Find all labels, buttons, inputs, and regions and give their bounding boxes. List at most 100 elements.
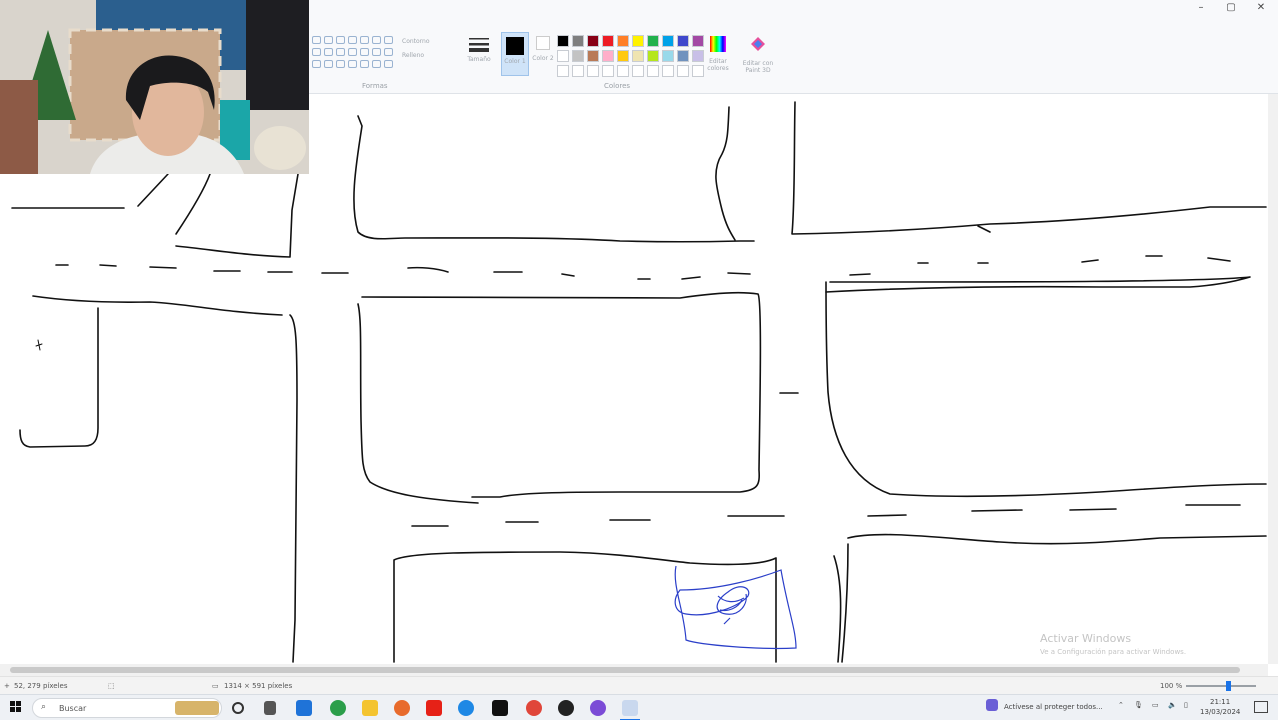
sketch-stroke <box>847 533 1267 545</box>
blue-scribble <box>674 565 797 650</box>
maximize-button[interactable]: ▢ <box>1220 2 1242 13</box>
windows-start-icon[interactable] <box>10 701 22 713</box>
file-explorer-icon[interactable] <box>362 700 378 716</box>
color-swatch[interactable] <box>587 35 599 47</box>
sketch-stroke <box>289 314 298 663</box>
taskbar-search-input[interactable]: ⌕ Buscar <box>32 698 222 718</box>
color-swatch[interactable] <box>602 50 614 62</box>
color-swatch[interactable] <box>557 65 569 77</box>
color-swatch[interactable] <box>662 50 674 62</box>
color-swatch[interactable] <box>677 65 689 77</box>
color-swatch[interactable] <box>617 35 629 47</box>
minimize-button[interactable]: – <box>1190 2 1212 13</box>
system-tray: Actívese al proteger todos... ⌃ 🎙 ▭ 🔈 ▯ … <box>978 695 1278 720</box>
fill-dropdown[interactable]: Relleno <box>402 52 454 59</box>
sketch-stroke <box>791 101 1267 235</box>
shapes-gallery[interactable] <box>312 36 393 76</box>
color-swatch[interactable] <box>647 50 659 62</box>
taskbar-app-icon[interactable] <box>264 701 276 715</box>
outline-dropdown[interactable]: Contorno <box>402 38 454 45</box>
clock-date[interactable]: 13/03/2024 <box>1200 708 1240 716</box>
sketch-stroke <box>137 173 169 207</box>
color-swatch[interactable] <box>632 50 644 62</box>
color-palette[interactable] <box>557 35 705 78</box>
whatsapp-icon[interactable] <box>330 700 346 716</box>
battery-icon[interactable]: ▯ <box>1184 701 1188 709</box>
close-button[interactable]: ✕ <box>1250 2 1272 13</box>
sketch-stroke <box>977 225 991 233</box>
canvas-size: 1314 × 591 píxeles <box>224 682 293 690</box>
edit-colors-button[interactable]: Editar colores <box>703 36 733 72</box>
zoom-slider[interactable] <box>1186 685 1256 687</box>
color-swatch[interactable] <box>662 35 674 47</box>
chrome-icon[interactable] <box>526 700 542 716</box>
sketch-stroke <box>357 303 479 504</box>
sketch-stroke <box>35 339 43 351</box>
microphone-icon[interactable]: 🎙 <box>1134 701 1143 709</box>
color1-button[interactable]: Color 1 <box>501 32 529 76</box>
drawing-canvas[interactable] <box>0 94 1268 664</box>
color-swatch[interactable] <box>677 35 689 47</box>
color-swatch[interactable] <box>557 50 569 62</box>
sketch-stroke <box>833 555 842 663</box>
color-swatch[interactable] <box>617 50 629 62</box>
notifications-icon[interactable] <box>1254 701 1268 713</box>
crosshair-icon: + <box>4 682 10 690</box>
taskbar-app-icon[interactable] <box>296 700 312 716</box>
webcam-overlay <box>0 0 309 174</box>
tiktok-icon[interactable] <box>492 700 508 716</box>
color-swatch[interactable] <box>632 65 644 77</box>
chevron-up-icon[interactable]: ⌃ <box>1118 701 1124 709</box>
sketch-stroke <box>19 307 99 448</box>
lane-dashes-bottom <box>411 504 1241 527</box>
color1-swatch <box>506 37 524 55</box>
sketch-stroke <box>353 115 755 243</box>
horizontal-scroll-thumb[interactable] <box>10 667 1240 673</box>
paint-app-icon[interactable] <box>622 700 638 716</box>
taskbar-app-icon[interactable] <box>558 700 574 716</box>
color-swatch[interactable] <box>632 35 644 47</box>
color-swatch[interactable] <box>587 65 599 77</box>
clock-time[interactable]: 21:11 <box>1210 698 1230 706</box>
color-swatch[interactable] <box>647 65 659 77</box>
youtube-icon[interactable] <box>426 700 442 716</box>
color-swatch[interactable] <box>587 50 599 62</box>
vertical-scrollbar[interactable] <box>1268 94 1278 664</box>
color-swatch[interactable] <box>602 65 614 77</box>
edge-icon[interactable] <box>458 700 474 716</box>
paint3d-button[interactable]: Editar con Paint 3D <box>739 36 777 74</box>
color-swatch[interactable] <box>572 65 584 77</box>
network-icon[interactable]: ▭ <box>1152 701 1159 709</box>
sketch-stroke <box>175 173 299 258</box>
task-view-icon[interactable] <box>232 702 244 714</box>
color-swatch[interactable] <box>677 50 689 62</box>
paint3d-label: Editar con Paint 3D <box>742 60 774 74</box>
sketch-stroke <box>715 106 736 241</box>
taskbar-app-icon[interactable] <box>394 700 410 716</box>
zoom-slider-thumb[interactable] <box>1226 681 1231 691</box>
watermark-title: Activar Windows <box>1040 632 1132 645</box>
webcam-feed-image <box>0 0 309 174</box>
sketch-stroke <box>841 543 849 663</box>
size-button[interactable]: Tamaño <box>466 36 492 63</box>
shapes-caption: Formas <box>362 82 388 90</box>
outline-label: Contorno <box>402 38 430 45</box>
color2-swatch <box>536 36 550 50</box>
color-swatch[interactable] <box>557 35 569 47</box>
horizontal-scrollbar[interactable] <box>0 664 1268 676</box>
discord-icon[interactable] <box>590 700 606 716</box>
cursor-position: 52, 279 píxeles <box>14 682 68 690</box>
color1-label: Color 1 <box>504 58 526 65</box>
sketch-stroke <box>361 292 762 498</box>
color-swatch[interactable] <box>572 35 584 47</box>
color2-button[interactable]: Color 2 <box>532 36 554 62</box>
tray-notification-text[interactable]: Actívese al proteger todos... <box>1004 703 1103 711</box>
color-swatch[interactable] <box>572 50 584 62</box>
color-swatch[interactable] <box>617 65 629 77</box>
volume-icon[interactable]: 🔈 <box>1168 701 1177 709</box>
color-swatch[interactable] <box>662 65 674 77</box>
color-swatch[interactable] <box>647 35 659 47</box>
notification-app-icon[interactable] <box>986 699 998 711</box>
color-swatch[interactable] <box>602 35 614 47</box>
sketch-stroke <box>175 173 211 235</box>
